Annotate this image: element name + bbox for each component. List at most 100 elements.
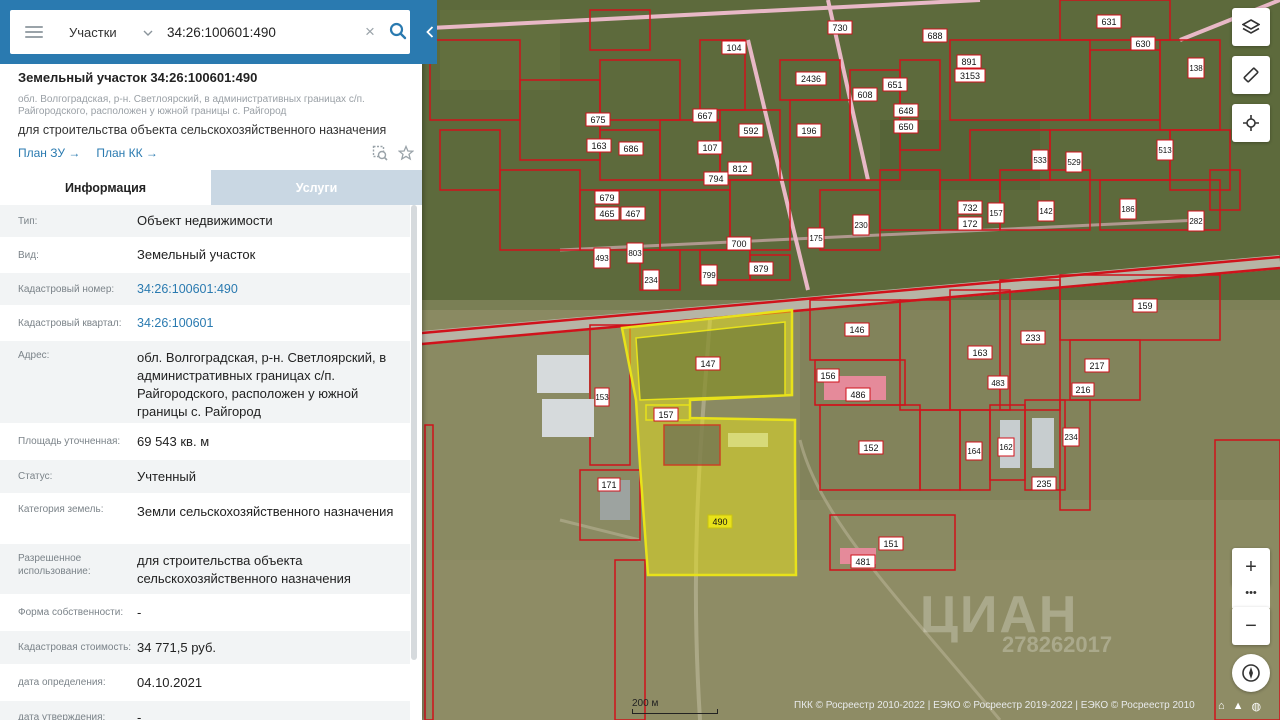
row-ownership: Форма собственности: - bbox=[0, 596, 410, 631]
row-label: Форма собственности: bbox=[18, 607, 124, 618]
more-button[interactable]: ••• bbox=[1232, 578, 1270, 608]
row-value: 04.10.2021 bbox=[137, 674, 203, 690]
map-attribution: ПКК © Росреестр 2010-2022 | ЕЭКО © Росре… bbox=[794, 700, 1195, 711]
svg-text:667: 667 bbox=[697, 111, 712, 121]
parcel-label-233: 233 bbox=[1020, 330, 1046, 345]
svg-text:157: 157 bbox=[989, 209, 1003, 218]
parcel-label-533: 533 bbox=[1031, 149, 1049, 171]
svg-text:533: 533 bbox=[1033, 156, 1047, 165]
row-value: Земельный участок bbox=[137, 247, 256, 262]
globe-icon[interactable]: ◍ bbox=[1252, 700, 1262, 713]
layers-button[interactable] bbox=[1232, 8, 1270, 46]
svg-text:164: 164 bbox=[967, 447, 981, 456]
parcel-label-481: 481 bbox=[850, 554, 876, 569]
panel-scrollbar[interactable] bbox=[411, 205, 417, 660]
svg-text:234: 234 bbox=[1064, 433, 1078, 442]
compass-button[interactable] bbox=[1232, 654, 1270, 692]
parcel-label-156: 156 bbox=[816, 368, 840, 383]
crosshair-icon bbox=[1243, 115, 1259, 131]
parcel-label-196: 196 bbox=[796, 123, 822, 138]
home-icon[interactable]: ⌂ bbox=[1218, 700, 1225, 713]
parcel-label-157b: 157 bbox=[987, 202, 1005, 224]
object-purpose: для строительства объекта сельскохозяйст… bbox=[18, 123, 387, 137]
tab-services[interactable]: Услуги bbox=[211, 170, 422, 205]
svg-text:3153: 3153 bbox=[960, 71, 980, 81]
svg-text:679: 679 bbox=[599, 193, 614, 203]
search-input[interactable] bbox=[167, 24, 353, 40]
parcel-label-153: 153 bbox=[594, 387, 610, 407]
ruler-icon bbox=[1243, 67, 1259, 83]
parcel-label-630: 630 bbox=[1130, 36, 1156, 51]
collapse-panel-button[interactable] bbox=[422, 18, 437, 46]
object-address: обл. Волгоградская, р-н. Светлоярский, в… bbox=[18, 94, 365, 117]
parcel-label-799: 799 bbox=[700, 264, 718, 286]
plan-zu-link[interactable]: План ЗУ → bbox=[18, 146, 80, 160]
parcel-label-163b: 163 bbox=[586, 138, 612, 153]
parcel-label-163: 163 bbox=[967, 345, 993, 360]
plan-kk-link[interactable]: План КК → bbox=[96, 146, 158, 160]
svg-text:481: 481 bbox=[855, 557, 870, 567]
parcel-label-592: 592 bbox=[738, 123, 764, 138]
row-land-category: Категория земель: Земли сельскохозяйстве… bbox=[0, 495, 410, 544]
svg-text:688: 688 bbox=[927, 31, 942, 41]
menu-icon[interactable] bbox=[25, 26, 43, 38]
svg-text:486: 486 bbox=[850, 390, 865, 400]
zoom-out-button[interactable]: − bbox=[1232, 607, 1270, 645]
svg-text:2436: 2436 bbox=[801, 74, 821, 84]
parcel-label-162: 162 bbox=[997, 437, 1015, 457]
locate-button[interactable] bbox=[1232, 104, 1270, 142]
parcel-label-175: 175 bbox=[807, 227, 825, 249]
parcel-label-732: 732 bbox=[957, 200, 983, 215]
parcel-label-608: 608 bbox=[852, 87, 878, 102]
more-icon: ••• bbox=[1245, 587, 1257, 599]
search-header: Участки × bbox=[0, 0, 437, 64]
search-icon[interactable] bbox=[389, 22, 409, 42]
parcel-label-171: 171 bbox=[597, 477, 621, 492]
svg-text:794: 794 bbox=[708, 174, 723, 184]
cadastral-block-link[interactable]: 34:26:100601 bbox=[137, 314, 410, 332]
svg-text:159: 159 bbox=[1137, 301, 1152, 311]
row-kind: Вид: Земельный участок bbox=[0, 239, 410, 273]
parcel-label-282: 282 bbox=[1187, 210, 1205, 232]
parcel-label-650: 650 bbox=[893, 119, 919, 134]
row-label: Адрес: bbox=[18, 350, 50, 361]
row-value: обл. Волгоградская, р-н. Светлоярский, в… bbox=[137, 350, 387, 419]
favorite-star-icon[interactable] bbox=[397, 144, 415, 164]
parcel-label-107: 107 bbox=[697, 140, 723, 155]
parcel-label-465: 465 bbox=[594, 206, 620, 221]
row-label: Статус: bbox=[18, 471, 53, 482]
parcel-label-159: 159 bbox=[1132, 298, 1158, 313]
svg-text:153: 153 bbox=[595, 393, 609, 402]
svg-text:216: 216 bbox=[1075, 385, 1090, 395]
tab-information[interactable]: Информация bbox=[0, 170, 211, 205]
svg-text:730: 730 bbox=[832, 23, 847, 33]
search-type-select[interactable]: Участки bbox=[69, 25, 131, 40]
parcel-label-648: 648 bbox=[893, 103, 919, 118]
row-approval-date: дата утверждения: - bbox=[0, 701, 410, 720]
search-box: Участки × bbox=[10, 10, 410, 54]
up-icon[interactable]: ▲ bbox=[1233, 700, 1244, 713]
scale-bar bbox=[632, 709, 718, 714]
plus-icon: + bbox=[1245, 555, 1257, 578]
parcel-label-490: 490 bbox=[707, 514, 733, 529]
row-value: - bbox=[137, 709, 142, 720]
parcel-label-467: 467 bbox=[620, 206, 646, 221]
parcel-label-146: 146 bbox=[844, 322, 870, 337]
row-status: Статус: Учтенный bbox=[0, 460, 410, 495]
attributes-table: Тип: Объект недвижимости Вид: Земельный … bbox=[0, 205, 410, 720]
parcel-label-803: 803 bbox=[626, 242, 644, 264]
svg-text:630: 630 bbox=[1135, 39, 1150, 49]
svg-text:675: 675 bbox=[590, 115, 605, 125]
chevron-down-icon[interactable] bbox=[143, 25, 153, 39]
row-label: Разрешенное использование: bbox=[18, 553, 91, 577]
clear-icon[interactable]: × bbox=[365, 22, 379, 42]
row-cadastral-value: Кадастровая стоимость: 34 771,5 руб. bbox=[0, 631, 410, 666]
cadastral-number-link[interactable]: 34:26:100601:490 bbox=[137, 280, 410, 298]
svg-text:235: 235 bbox=[1036, 479, 1051, 489]
svg-text:700: 700 bbox=[731, 239, 746, 249]
measure-button[interactable] bbox=[1232, 56, 1270, 94]
zoom-to-object-icon[interactable] bbox=[372, 145, 388, 164]
parcel-label-217: 217 bbox=[1084, 358, 1110, 373]
info-panel: Земельный участок 34:26:100601:490 обл. … bbox=[0, 0, 422, 720]
parcel-label-147: 147 bbox=[695, 356, 721, 371]
